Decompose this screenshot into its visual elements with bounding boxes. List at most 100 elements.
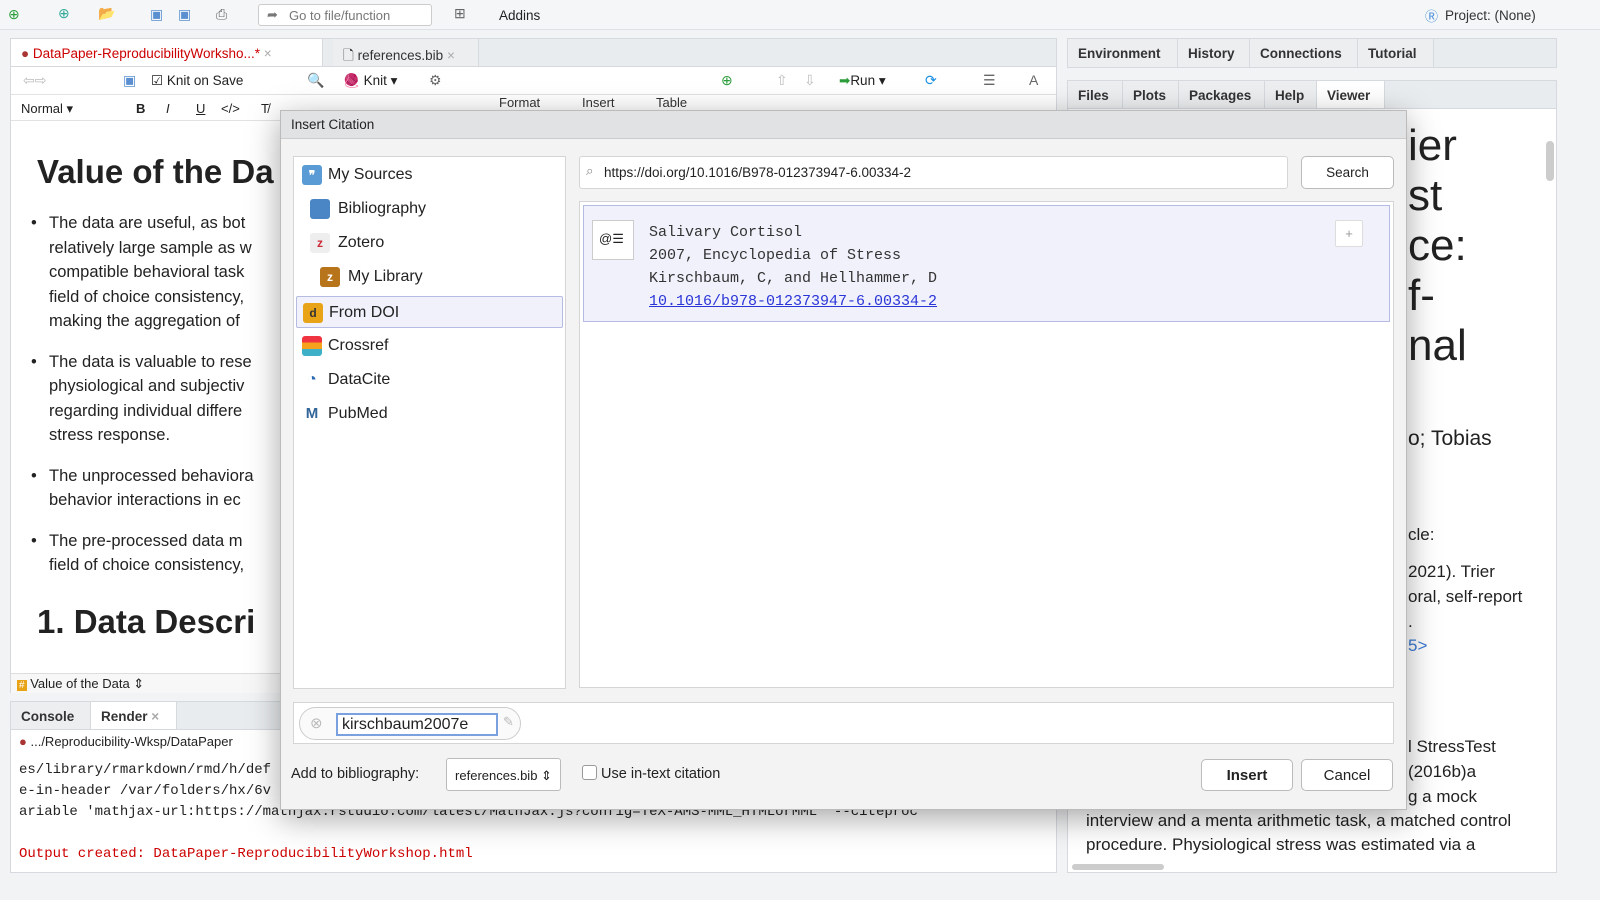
in-text-citation-checkbox[interactable]: Use in-text citation — [582, 765, 720, 782]
style-select[interactable]: Normal ▾ — [21, 101, 73, 117]
viewer-text: interview and a menta arithmetic task, a… — [1086, 811, 1512, 830]
list-item: • The data are useful, as bot relatively l… — [31, 214, 252, 330]
result-doi-link[interactable]: 10.1016/b978-012373947-6.00334-2 — [649, 290, 937, 313]
knit-icon: 🧶 — [343, 73, 360, 88]
grid-layout-icon[interactable]: ⊞ — [454, 5, 466, 22]
goto-file-input[interactable]: ➦ Go to file/function — [258, 4, 432, 26]
new-file-icon[interactable]: ⊕ — [8, 6, 20, 23]
cancel-button[interactable]: Cancel — [1301, 759, 1393, 791]
horizontal-scrollbar[interactable] — [1072, 864, 1164, 870]
tab-plots[interactable]: Plots — [1123, 81, 1179, 108]
list-item: • The data is valuable to rese physiologic… — [31, 352, 252, 445]
viewer-text: cle: — [1408, 525, 1435, 544]
source-list: ❞ My Sources Bibliography z Zotero z My Lib… — [293, 156, 566, 689]
scrollbar[interactable] — [1546, 141, 1554, 181]
source-from-doi[interactable]: d From DOI — [296, 296, 563, 328]
knit-on-save-label: Knit on Save — [166, 73, 244, 88]
current-section: Value of the Data — [30, 676, 130, 691]
source-crossref[interactable]: Crossref — [296, 330, 563, 362]
selected-citations: ⊗ kirschbaum2007e ✎ — [293, 702, 1394, 744]
tab-datapaper[interactable]: ● DataPaper-ReproducibilityWorksho...* × — [11, 39, 323, 66]
citekey-input[interactable]: kirschbaum2007e — [336, 713, 498, 736]
save-icon[interactable]: ▣ — [123, 72, 136, 89]
viewer-title: ier st ce: f-nal — [1408, 121, 1467, 370]
editor-content[interactable]: Value of the Da • The data are useful, as… — [11, 121, 281, 673]
viewer-text: l StressTest — [1408, 737, 1496, 756]
tab-connections[interactable]: Connections — [1250, 39, 1358, 67]
bullet-list: • The data are useful, as bot relatively l… — [31, 211, 254, 578]
arrow-up-icon[interactable]: ⇧ — [776, 72, 788, 89]
result-title: Salivary Cortisol — [649, 224, 803, 241]
add-citation-button[interactable]: + — [1335, 220, 1363, 247]
viewer-link[interactable]: 5> — [1408, 636, 1427, 656]
visual-mode-icon[interactable]: ⟳ — [925, 72, 937, 89]
knit-button[interactable]: 🧶 Knit ▾ — [343, 73, 397, 89]
save-all-icon[interactable]: ▣ — [178, 6, 191, 23]
arrow-icon: ➦ — [267, 7, 278, 22]
search-button[interactable]: Search — [1301, 156, 1394, 189]
tab-help[interactable]: Help — [1265, 81, 1317, 108]
underline-button[interactable]: U — [196, 101, 205, 116]
goto-placeholder: Go to file/function — [289, 8, 391, 23]
quote-icon: ❞ — [302, 165, 322, 185]
pubmed-icon: M — [302, 404, 322, 424]
tab-history[interactable]: History — [1178, 39, 1250, 67]
tab-tutorial[interactable]: Tutorial — [1358, 39, 1434, 67]
insert-chunk-icon[interactable]: ⊕ — [721, 72, 733, 89]
viewer-text: 2021). Trier — [1408, 562, 1495, 581]
knit-on-save-checkbox[interactable]: ☑ Knit on Save — [151, 73, 243, 89]
dialog-title: Insert Citation — [281, 111, 1406, 139]
viewer-text: (2016b)a — [1408, 762, 1477, 781]
tab-environment[interactable]: Environment — [1068, 39, 1178, 67]
source-my-sources[interactable]: ❞ My Sources — [296, 159, 563, 191]
list-item: • The pre-processed data m field of choice… — [31, 531, 245, 575]
render-path: ● .../Reproducibility-Wksp/DataPaper — [19, 734, 233, 749]
tab-console[interactable]: Console — [11, 702, 91, 729]
list-item: • The unprocessed behaviora behavior inter… — [31, 466, 254, 510]
tab-render[interactable]: Render × — [91, 702, 177, 729]
project-menu[interactable]: Project: (None) — [1445, 8, 1536, 23]
save-icon[interactable]: ▣ — [150, 6, 163, 23]
search-icon[interactable]: 🔍 — [307, 72, 324, 89]
new-project-icon[interactable]: ⊕ — [58, 5, 70, 22]
table-menu[interactable]: Table — [656, 96, 687, 110]
datacite-icon: ◔ — [302, 370, 322, 390]
bibliography-select[interactable]: references.bib ⇕ — [446, 758, 561, 791]
tab-packages[interactable]: Packages — [1179, 81, 1265, 108]
arrow-down-icon[interactable]: ⇩ — [804, 72, 816, 89]
tab-files[interactable]: Files — [1068, 81, 1123, 108]
code-button[interactable]: </> — [221, 101, 240, 116]
print-icon[interactable]: ⎙ — [216, 6, 227, 23]
outline-icon[interactable]: ☰ — [983, 72, 996, 89]
back-forward-icon[interactable]: ⇦⇨ — [23, 72, 46, 89]
source-datacite[interactable]: ◔ DataCite — [296, 364, 563, 396]
doi-search-input[interactable]: ⌕ https://doi.org/10.1016/B978-012373947-… — [579, 156, 1288, 189]
result-year-source: 2007, Encyclopedia of Stress — [649, 247, 902, 264]
format-icon[interactable]: A — [1029, 72, 1038, 88]
source-my-library[interactable]: z My Library — [296, 261, 563, 293]
result-item[interactable]: @☰ Salivary Cortisol 2007, Encyclopedia … — [583, 205, 1390, 322]
insert-menu[interactable]: Insert — [582, 96, 615, 110]
main-toolbar: ⊕ ⊕ 📂 ▣ ▣ ⎙ ➦ Go to file/function ⊞ Addin… — [0, 0, 1600, 30]
format-menu[interactable]: Format — [499, 96, 540, 110]
tab-label: references.bib — [357, 48, 444, 63]
open-folder-icon[interactable]: 📂 — [98, 5, 115, 22]
bold-button[interactable]: B — [136, 101, 145, 116]
folder-icon: z — [320, 267, 340, 287]
addins-menu[interactable]: Addins — [499, 8, 540, 23]
remove-icon[interactable]: ⊗ — [310, 714, 323, 732]
edit-icon[interactable]: ✎ — [503, 714, 514, 730]
insert-button[interactable]: Insert — [1201, 759, 1293, 791]
env-pane: Environment History Connections Tutorial — [1067, 38, 1557, 68]
clear-format-icon[interactable]: T̸ — [261, 101, 269, 116]
tab-references-bib[interactable]: 🗋 references.bib × — [333, 39, 479, 66]
viewer-text: . — [1408, 612, 1413, 631]
source-pubmed[interactable]: M PubMed — [296, 398, 563, 430]
run-button[interactable]: ➡Run ▾ — [839, 73, 886, 89]
gear-icon[interactable]: ⚙ — [429, 72, 442, 89]
tab-viewer[interactable]: Viewer — [1317, 81, 1385, 108]
source-zotero[interactable]: z Zotero — [296, 227, 563, 259]
insert-citation-dialog: Insert Citation ❞ My Sources Bibliography… — [280, 110, 1407, 810]
italic-button[interactable]: I — [166, 101, 170, 116]
source-bibliography[interactable]: Bibliography — [296, 193, 563, 225]
